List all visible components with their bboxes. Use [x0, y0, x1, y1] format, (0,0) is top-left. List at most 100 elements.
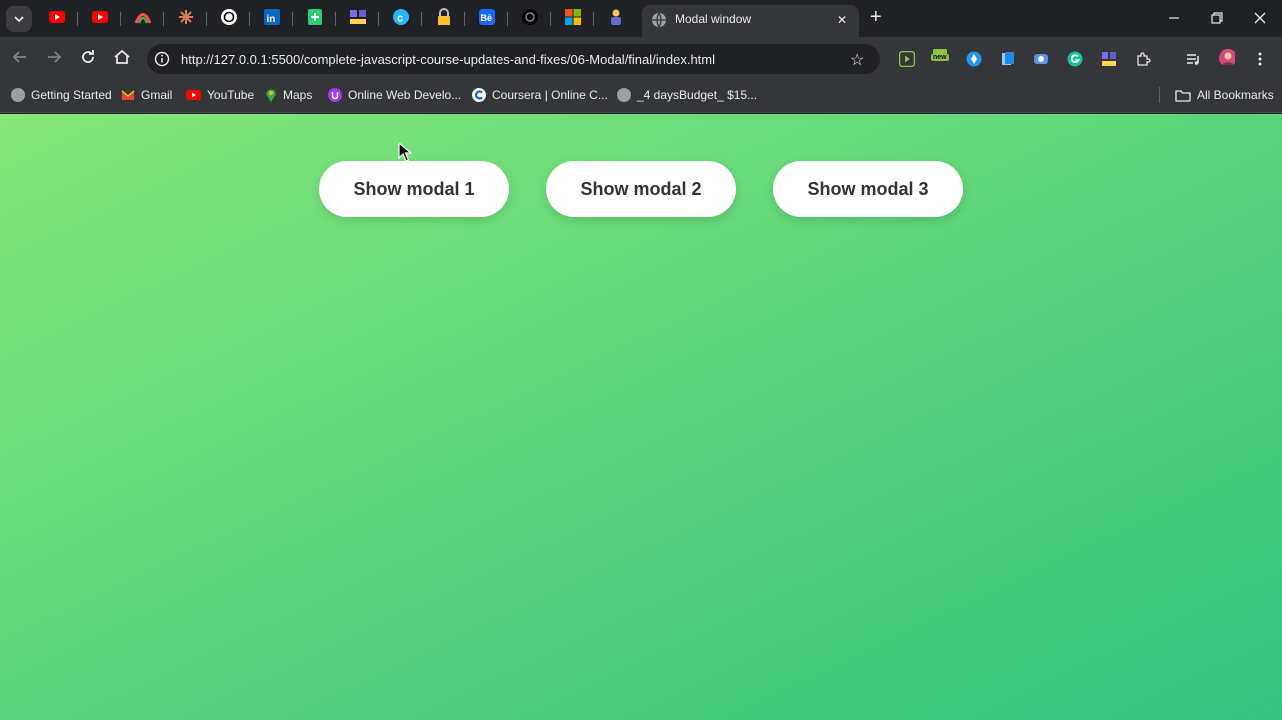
youtube-icon	[48, 8, 66, 26]
lock-icon	[435, 8, 453, 26]
browser-toolbar: http://127.0.0.1:5500/complete-javascrip…	[0, 37, 1282, 102]
tab-separator	[120, 12, 121, 26]
tab-strip: in c Bē Modal window ✕ +	[0, 0, 1282, 37]
media-control-icon[interactable]	[1185, 51, 1201, 67]
pinned-tab-dark[interactable]	[521, 8, 539, 26]
show-modal-3-button[interactable]: Show modal 3	[773, 161, 963, 217]
pinned-tab-linkedin[interactable]: in	[263, 8, 281, 26]
bookmark-online-web-dev[interactable]: Online Web Develo...	[328, 87, 461, 103]
close-tab-icon[interactable]: ✕	[837, 13, 847, 27]
bookmark-label: Maps	[283, 88, 313, 102]
tab-separator	[507, 12, 508, 26]
home-icon[interactable]	[112, 47, 132, 67]
extension-doc-icon[interactable]	[1000, 51, 1016, 67]
bookmark-label: Online Web Develo...	[348, 88, 462, 102]
linkedin-icon: in	[263, 8, 281, 26]
tab-separator	[206, 12, 207, 26]
microsoft-icon	[564, 8, 582, 26]
pinned-tab-team[interactable]	[349, 8, 367, 26]
back-icon[interactable]	[10, 47, 30, 67]
address-bar[interactable]: http://127.0.0.1:5500/complete-javascrip…	[147, 44, 880, 74]
extensions-puzzle-icon[interactable]	[1135, 51, 1151, 67]
pinned-tab-claude[interactable]	[177, 8, 195, 26]
bookmark-label: Coursera | Online C...	[492, 88, 608, 102]
page-viewport: Show modal 1 Show modal 2 Show modal 3	[0, 114, 1282, 720]
pinned-tab-youtube[interactable]	[48, 8, 66, 26]
bookmark-label: _4 daysBudget_ $15...	[637, 88, 758, 102]
forward-icon[interactable]	[44, 47, 64, 67]
pinned-tab-lock[interactable]	[435, 8, 453, 26]
show-modal-2-button[interactable]: Show modal 2	[546, 161, 736, 217]
extension-camera-icon[interactable]	[1033, 51, 1049, 67]
tab-separator	[550, 12, 551, 26]
extension-diamond-icon[interactable]	[966, 51, 982, 67]
folder-icon	[1175, 89, 1191, 102]
bookmarks-bar: Getting Started Gmail YouTube Maps Onlin…	[0, 77, 1282, 113]
tab-separator	[163, 12, 164, 26]
maps-icon	[266, 88, 276, 102]
reload-icon[interactable]	[78, 47, 98, 67]
bookmark-label: Gmail	[141, 88, 173, 102]
pinned-tab-chatgpt[interactable]	[220, 8, 238, 26]
pinned-tab-youtube-2[interactable]	[91, 8, 109, 26]
pinned-tab-plus[interactable]	[306, 8, 324, 26]
bookmark-getting-started[interactable]: Getting Started	[11, 87, 112, 103]
circle-c-icon: c	[392, 8, 410, 26]
globe-icon	[617, 88, 631, 102]
pinned-tab-behance[interactable]: Bē	[478, 8, 496, 26]
bookmark-maps[interactable]: Maps	[265, 87, 312, 103]
avatar[interactable]	[1219, 49, 1235, 65]
gmail-icon	[121, 90, 135, 100]
all-bookmarks-button[interactable]: All Bookmarks	[1175, 87, 1274, 103]
grammarly-icon[interactable]	[1067, 51, 1083, 67]
coursera-icon	[472, 88, 486, 102]
minimize-icon[interactable]	[1168, 12, 1180, 24]
svg-text:Bē: Bē	[481, 13, 493, 23]
pinned-tab-figure[interactable]	[607, 8, 625, 26]
bookmark-star-icon[interactable]: ☆	[850, 50, 864, 70]
behance-icon: Bē	[478, 8, 496, 26]
dark-logo-icon	[521, 8, 539, 26]
udemy-icon	[328, 88, 342, 102]
chatgpt-icon	[220, 8, 238, 26]
pinned-tab-circle-c[interactable]: c	[392, 8, 410, 26]
bookmark-label: Getting Started	[31, 88, 112, 102]
active-tab-title: Modal window	[675, 12, 752, 26]
tab-separator	[378, 12, 379, 26]
chevron-down-icon	[14, 16, 24, 23]
close-window-icon[interactable]	[1254, 12, 1266, 24]
pinned-tab-arc[interactable]	[134, 8, 152, 26]
svg-text:c: c	[397, 13, 403, 25]
youtube-icon	[186, 90, 201, 100]
bookmark-gmail[interactable]: Gmail	[121, 87, 172, 103]
tab-separator	[421, 12, 422, 26]
bookmark-coursera[interactable]: Coursera | Online C...	[472, 87, 608, 103]
extension-green-play-icon[interactable]	[899, 51, 915, 67]
tab-separator	[593, 12, 594, 26]
all-bookmarks-label: All Bookmarks	[1197, 88, 1274, 102]
youtube-icon	[91, 8, 109, 26]
green-plus-icon	[306, 8, 324, 26]
tab-separator	[249, 12, 250, 26]
figure-icon	[607, 8, 625, 26]
bookmark-label: YouTube	[207, 88, 255, 102]
tab-separator	[77, 12, 78, 26]
bookmark-budget[interactable]: _4 daysBudget_ $15...	[617, 87, 757, 103]
team-icon	[349, 8, 367, 26]
pinned-tab-microsoft[interactable]	[564, 8, 582, 26]
address-url: http://127.0.0.1:5500/complete-javascrip…	[181, 52, 716, 67]
svg-text:in: in	[267, 14, 276, 25]
new-tab-icon[interactable]: +	[870, 7, 882, 27]
extension-team-icon[interactable]	[1101, 51, 1117, 67]
globe-icon	[652, 12, 666, 28]
bookmarks-separator	[1159, 87, 1160, 103]
mouse-cursor-icon	[398, 142, 412, 162]
tab-search-button[interactable]	[6, 6, 32, 32]
kebab-menu-icon[interactable]	[1256, 51, 1272, 67]
restore-icon[interactable]	[1211, 12, 1223, 24]
site-info-icon[interactable]	[154, 51, 170, 67]
active-tab[interactable]: Modal window ✕	[642, 5, 859, 37]
tab-separator	[335, 12, 336, 26]
show-modal-1-button[interactable]: Show modal 1	[319, 161, 509, 217]
bookmark-youtube[interactable]: YouTube	[186, 87, 254, 103]
